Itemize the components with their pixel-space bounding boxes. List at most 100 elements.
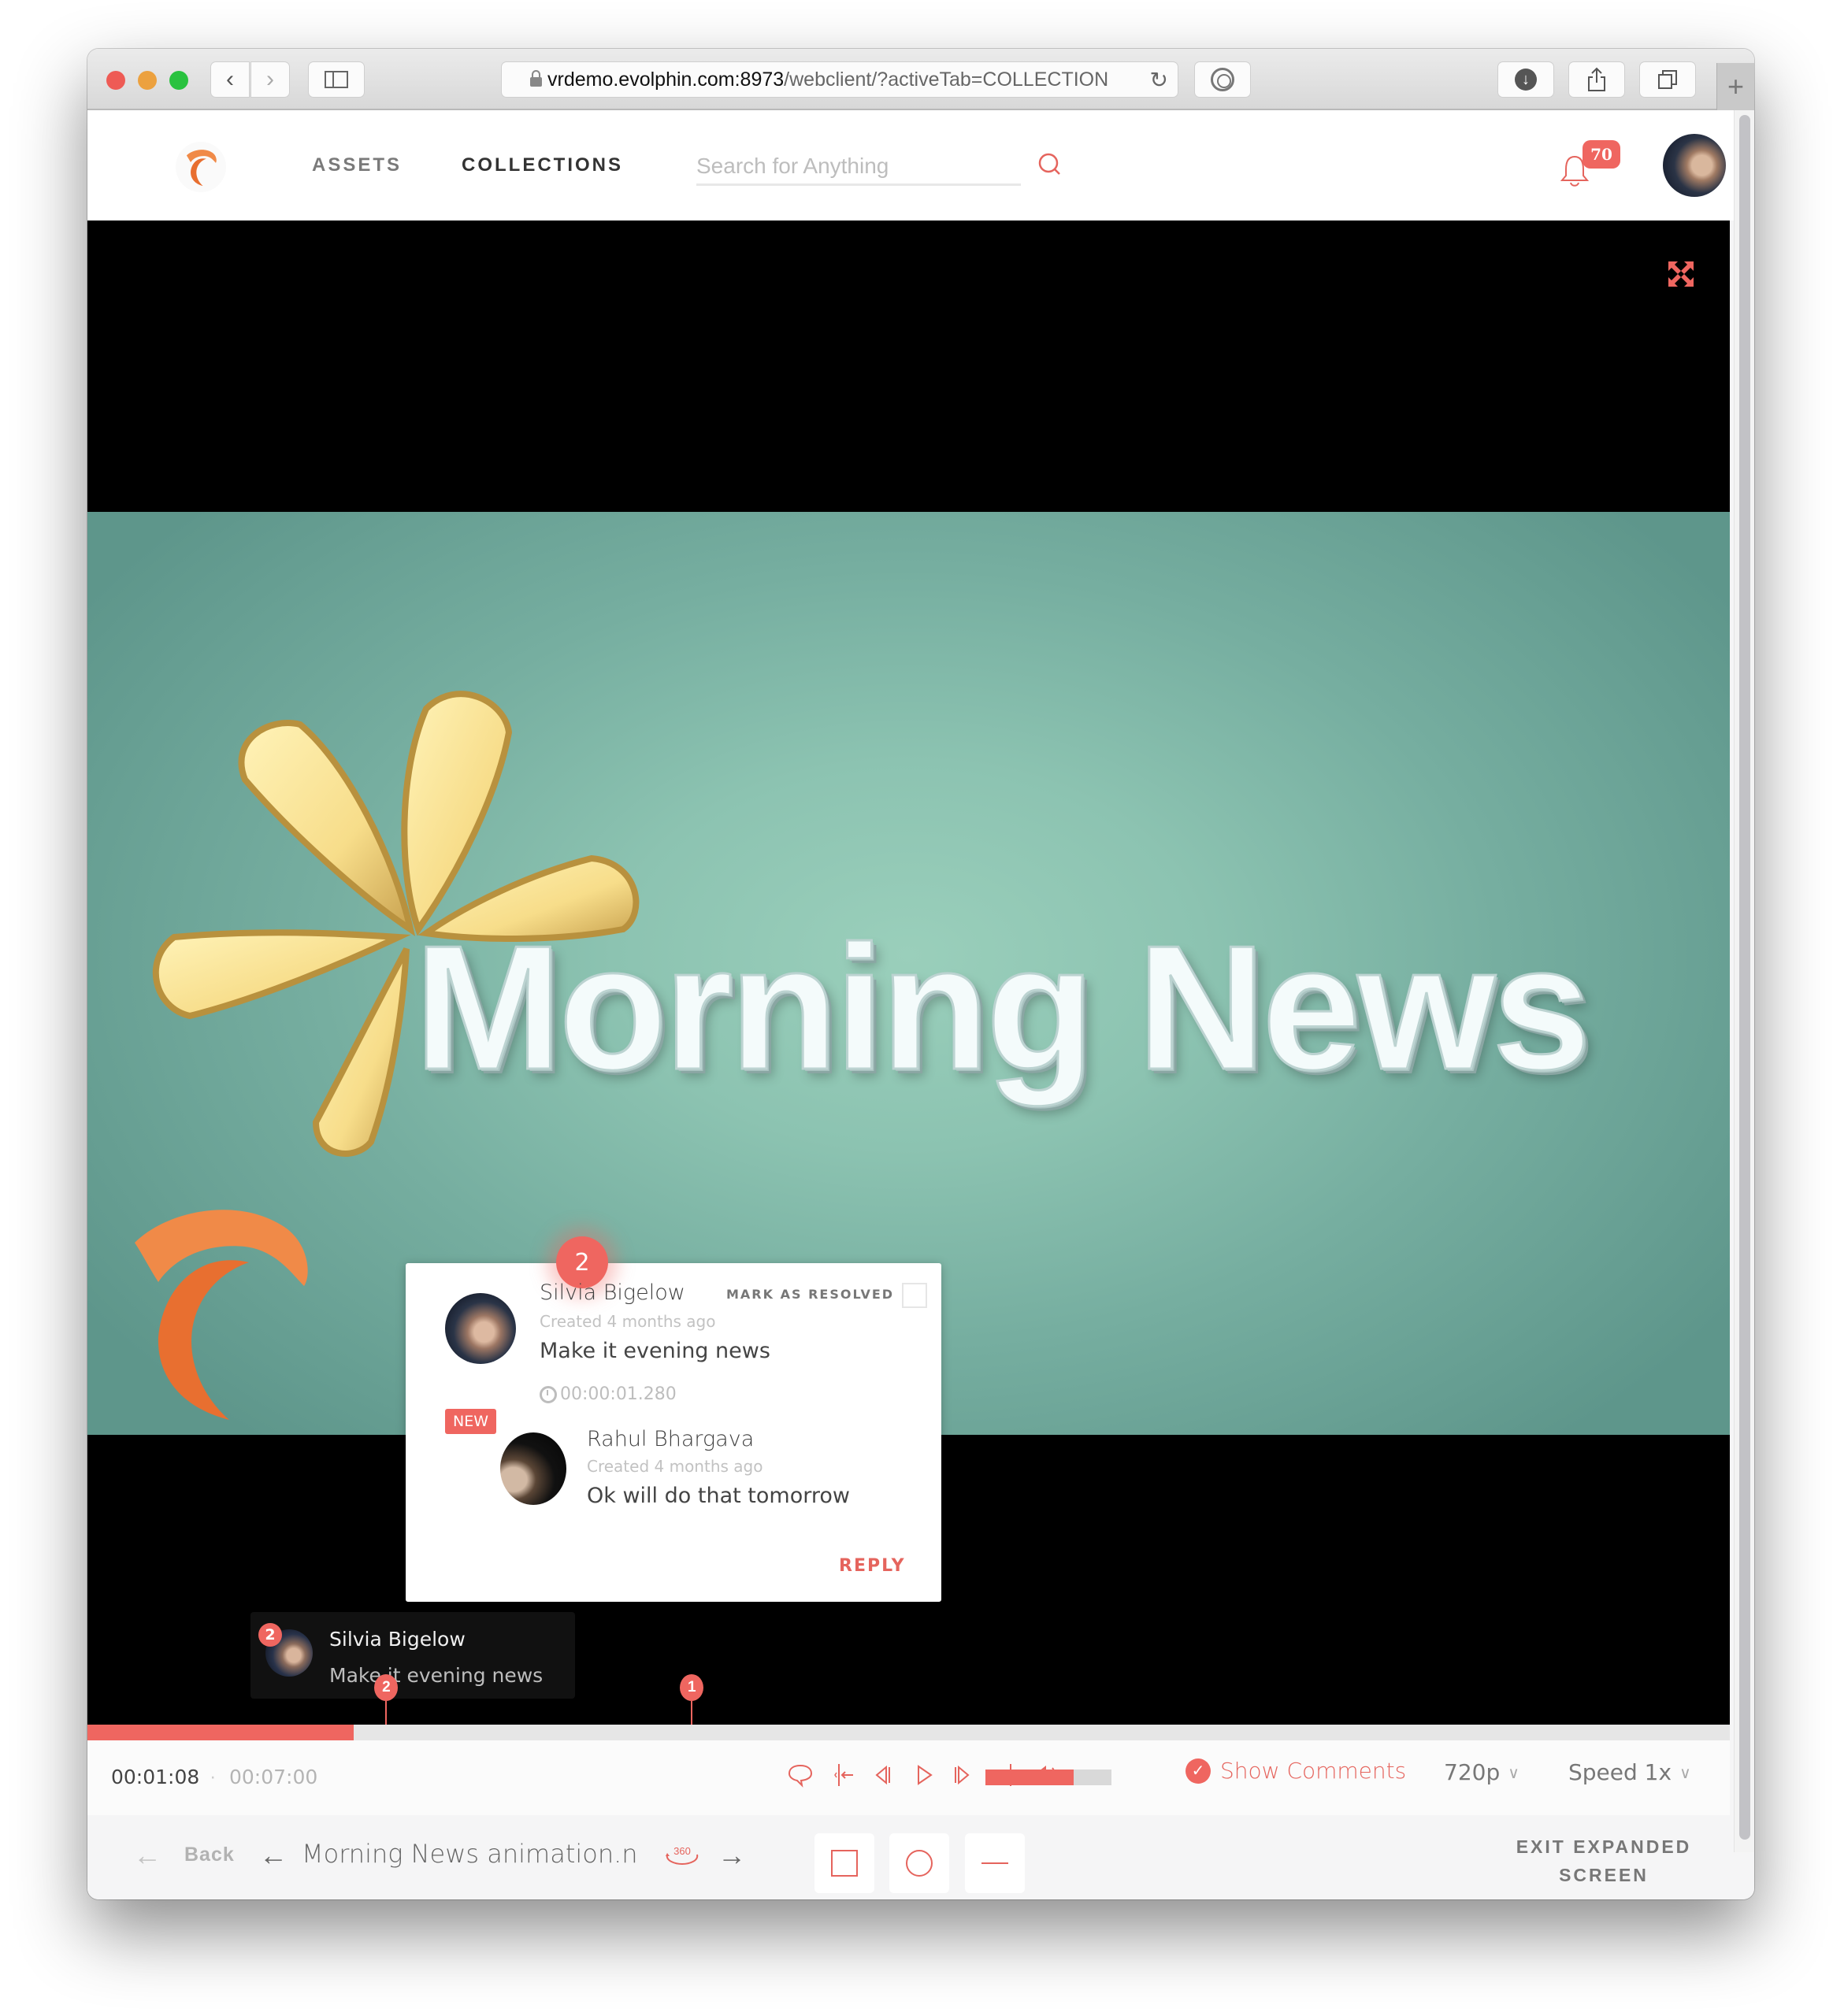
- total-duration: 00:07:00: [229, 1766, 318, 1788]
- video-player[interactable]: Morning News 2 Silvia Bigelow MARK AS RE…: [87, 220, 1730, 1725]
- back-arrow-icon[interactable]: ←: [133, 1839, 161, 1872]
- quality-select[interactable]: 720p ∨: [1444, 1759, 1519, 1785]
- app-header: ASSETS COLLECTIONS 70: [87, 110, 1734, 220]
- minimize-window-button[interactable]: [138, 71, 157, 90]
- comment-popup: 2 Silvia Bigelow MARK AS RESOLVED Create…: [406, 1236, 941, 1602]
- marker-number: 2: [374, 1674, 399, 1701]
- mark-in-icon[interactable]: [831, 1761, 859, 1789]
- mark-as-resolved-label: MARK AS RESOLVED: [726, 1287, 895, 1302]
- password-icon: [1211, 68, 1234, 91]
- volume-level: [985, 1770, 1074, 1785]
- back-button[interactable]: Back: [184, 1844, 235, 1866]
- notification-count-badge[interactable]: 70: [1583, 140, 1620, 169]
- 360-label: 360: [673, 1845, 691, 1857]
- address-bar[interactable]: vrdemo.evolphin.com:8973/webclient/?acti…: [501, 61, 1178, 98]
- seek-bar-progress: [87, 1725, 354, 1740]
- tabs-icon: [1658, 70, 1677, 89]
- user-avatar[interactable]: [1663, 134, 1726, 197]
- lock-icon: [530, 70, 542, 87]
- timeline-comment-marker[interactable]: 1: [680, 1674, 704, 1725]
- search-icon[interactable]: [1037, 151, 1063, 178]
- add-comment-icon[interactable]: [786, 1761, 814, 1789]
- rectangle-tool-button[interactable]: [814, 1833, 874, 1893]
- marker-stem: [691, 1701, 693, 1725]
- comment-timestamp[interactable]: 00:00:01.280: [540, 1384, 677, 1404]
- line-tool-button[interactable]: [965, 1833, 1025, 1893]
- scrollbar-thumb[interactable]: [1739, 115, 1750, 1840]
- current-time: 00:01:08: [111, 1766, 200, 1788]
- reload-icon[interactable]: ↻: [1150, 67, 1168, 93]
- tooltip-comment-text: Make it evening news: [329, 1664, 544, 1687]
- comment-author: Silvia Bigelow: [540, 1280, 685, 1305]
- browser-back-button[interactable]: ‹: [210, 61, 250, 98]
- show-comments-label: Show Comments: [1220, 1758, 1407, 1784]
- download-icon: ↓: [1515, 69, 1537, 91]
- video-frame-title: Morning News: [414, 907, 1593, 1108]
- play-icon[interactable]: [911, 1761, 939, 1789]
- reply-button[interactable]: REPLY: [839, 1556, 906, 1576]
- url-host: vrdemo.evolphin.com:8973: [547, 68, 785, 91]
- comment-hover-tooltip[interactable]: 2 Silvia Bigelow Make it evening news: [250, 1612, 575, 1699]
- exit-expanded-screen-button[interactable]: EXIT EXPANDED SCREEN: [1513, 1833, 1694, 1889]
- clock-icon: [540, 1385, 557, 1403]
- speed-value: Speed 1x: [1568, 1759, 1672, 1785]
- 360-view-icon[interactable]: 360: [662, 1842, 702, 1867]
- timeline-comment-marker[interactable]: 2: [374, 1674, 399, 1725]
- browser-toolbar: ‹ › vrdemo.evolphin.com:8973/webclient/?…: [87, 49, 1754, 110]
- reply-author: Rahul Bhargava: [587, 1427, 755, 1451]
- chevron-down-icon: ∨: [1508, 1762, 1519, 1782]
- quality-value: 720p: [1444, 1759, 1501, 1785]
- chevron-left-icon: ‹: [226, 66, 234, 92]
- mark-as-resolved-checkbox[interactable]: [902, 1283, 927, 1308]
- comment-timestamp-value: 00:00:01.280: [560, 1384, 677, 1404]
- close-window-button[interactable]: [106, 71, 125, 90]
- url-path: /webclient/?activeTab=COLLECTION: [784, 68, 1109, 91]
- nav-assets[interactable]: ASSETS: [312, 154, 402, 176]
- exit-expanded-label-line2: SCREEN: [1559, 1865, 1649, 1885]
- reply-author-avatar: [500, 1432, 566, 1505]
- player-controls: 00:01:08 · 00:07:00 ✓ Show Comments 720p…: [87, 1740, 1730, 1815]
- dolphin-logo-icon: [186, 150, 217, 187]
- step-forward-icon[interactable]: [948, 1761, 976, 1789]
- line-icon: [981, 1862, 1008, 1864]
- step-backward-icon[interactable]: [869, 1761, 897, 1789]
- circle-tool-button[interactable]: [889, 1833, 949, 1893]
- tooltip-pin-number: 2: [258, 1623, 282, 1647]
- search-input[interactable]: [696, 143, 1021, 186]
- asset-footer-bar: ← Back ← Morning News animation.n 360 → …: [87, 1815, 1754, 1899]
- chevron-down-icon: ∨: [1679, 1762, 1691, 1782]
- next-asset-arrow-icon[interactable]: →: [718, 1839, 746, 1872]
- logo[interactable]: [176, 142, 226, 192]
- browser-forward-button[interactable]: ›: [250, 61, 290, 98]
- show-tabs-button[interactable]: [1639, 61, 1696, 98]
- tooltip-author: Silvia Bigelow: [329, 1628, 466, 1651]
- new-reply-badge: NEW: [445, 1409, 497, 1434]
- sidebar-toggle-button[interactable]: [308, 61, 365, 98]
- reply-text: Ok will do that tomorrow: [587, 1484, 850, 1508]
- zoom-window-button[interactable]: [169, 71, 188, 90]
- commenter-avatar: [445, 1293, 516, 1364]
- nav-collections[interactable]: COLLECTIONS: [462, 154, 623, 176]
- downloads-button[interactable]: ↓: [1497, 61, 1554, 98]
- chevron-right-icon: ›: [266, 66, 274, 92]
- show-comments-toggle[interactable]: ✓ Show Comments: [1186, 1758, 1406, 1784]
- rectangle-icon: [831, 1850, 858, 1877]
- password-manager-button[interactable]: [1194, 61, 1251, 98]
- asset-name: Morning News animation.n: [302, 1839, 638, 1869]
- page-scrollbar[interactable]: [1734, 110, 1754, 1852]
- volume-slider[interactable]: [985, 1770, 1111, 1785]
- marker-stem: [385, 1701, 388, 1725]
- speed-select[interactable]: Speed 1x ∨: [1568, 1759, 1691, 1785]
- seek-bar[interactable]: [87, 1725, 1730, 1740]
- share-icon: [1588, 67, 1605, 91]
- checkmark-icon: ✓: [1186, 1758, 1211, 1784]
- new-tab-button[interactable]: +: [1716, 63, 1754, 110]
- exit-expanded-label-line1: EXIT EXPANDED: [1516, 1836, 1692, 1857]
- comment-created-time: Created 4 months ago: [540, 1312, 716, 1331]
- reply-created-time: Created 4 months ago: [587, 1457, 763, 1476]
- dolphin-watermark-icon: [135, 1210, 308, 1420]
- share-button[interactable]: [1568, 61, 1625, 98]
- marker-number: 1: [680, 1674, 704, 1701]
- expand-arrows-icon[interactable]: [1667, 260, 1695, 288]
- previous-asset-arrow-icon[interactable]: ←: [259, 1839, 288, 1872]
